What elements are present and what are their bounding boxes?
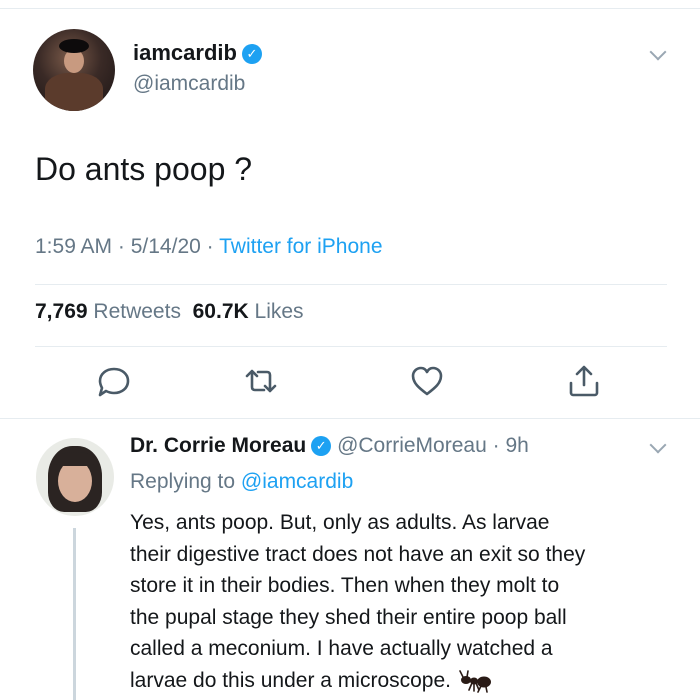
likes-count: 60.7K <box>192 300 249 323</box>
replying-to: Replying to @iamcardib <box>130 470 353 494</box>
avatar[interactable] <box>33 29 115 111</box>
author-display-name[interactable]: iamcardib <box>133 40 237 65</box>
author-handle[interactable]: @iamcardib <box>133 72 245 96</box>
divider <box>0 418 700 419</box>
reply-line: Yes, ants poop. But, only as adults. As … <box>130 511 550 534</box>
verified-check-icon: ✓ <box>241 44 262 64</box>
reply-last-line: larvae do this under a microscope. <box>130 665 690 697</box>
retweets-count: 7,769 <box>35 300 88 323</box>
heart-icon[interactable] <box>409 363 445 399</box>
likes-stat[interactable]: 60.7K Likes <box>193 300 304 323</box>
reply-header: Dr. Corrie Moreau ✓ @CorrieMoreau · 9h <box>130 434 529 458</box>
retweets-label: Retweets <box>93 300 181 323</box>
reply-line: called a meconium. I have actually watch… <box>130 637 553 660</box>
tweet-time[interactable]: 1:59 AM <box>35 235 112 258</box>
tweet-source[interactable]: Twitter for iPhone <box>219 235 382 258</box>
reply-line: the pupal stage they shed their entire p… <box>130 605 567 629</box>
tweet-text: Do ants poop ? <box>35 151 253 187</box>
replying-prefix: Replying to <box>130 470 236 493</box>
reply-time[interactable]: 9h <box>505 434 528 457</box>
dot-separator: · <box>486 434 506 457</box>
retweets-stat[interactable]: 7,769 Retweets <box>35 300 181 323</box>
retweet-icon[interactable] <box>243 363 279 399</box>
thread-line <box>73 528 76 700</box>
tweet-date[interactable]: 5/14/20 <box>131 235 201 258</box>
divider <box>35 284 667 285</box>
reply-avatar[interactable] <box>36 438 114 516</box>
chevron-down-icon[interactable] <box>649 43 667 61</box>
reply-text: Yes, ants poop. But, only as adults. As … <box>130 507 690 696</box>
replying-to-handle[interactable]: @iamcardib <box>241 470 353 493</box>
share-icon[interactable] <box>566 363 602 399</box>
top-divider <box>0 8 700 9</box>
reply-icon[interactable] <box>96 363 132 399</box>
divider <box>35 346 667 347</box>
likes-label: Likes <box>254 300 304 323</box>
ant-emoji <box>459 669 491 693</box>
reply-line: store it in their bodies. Then when they… <box>130 574 560 597</box>
reply-author-handle[interactable]: @CorrieMoreau <box>337 434 487 457</box>
reply-line: their digestive tract does not have an e… <box>130 542 586 566</box>
tweet-meta: 1:59 AM · 5/14/20 · Twitter for iPhone <box>35 235 383 258</box>
reply-author-name[interactable]: Dr. Corrie Moreau <box>130 434 306 457</box>
verified-check-icon: ✓ <box>311 436 332 456</box>
reply-line: larvae do this under a microscope. <box>130 668 451 692</box>
author-name[interactable]: iamcardib ✓ <box>133 40 262 66</box>
chevron-down-icon[interactable] <box>649 436 667 454</box>
tweet-stats: 7,769 Retweets 60.7K Likes <box>35 300 304 324</box>
